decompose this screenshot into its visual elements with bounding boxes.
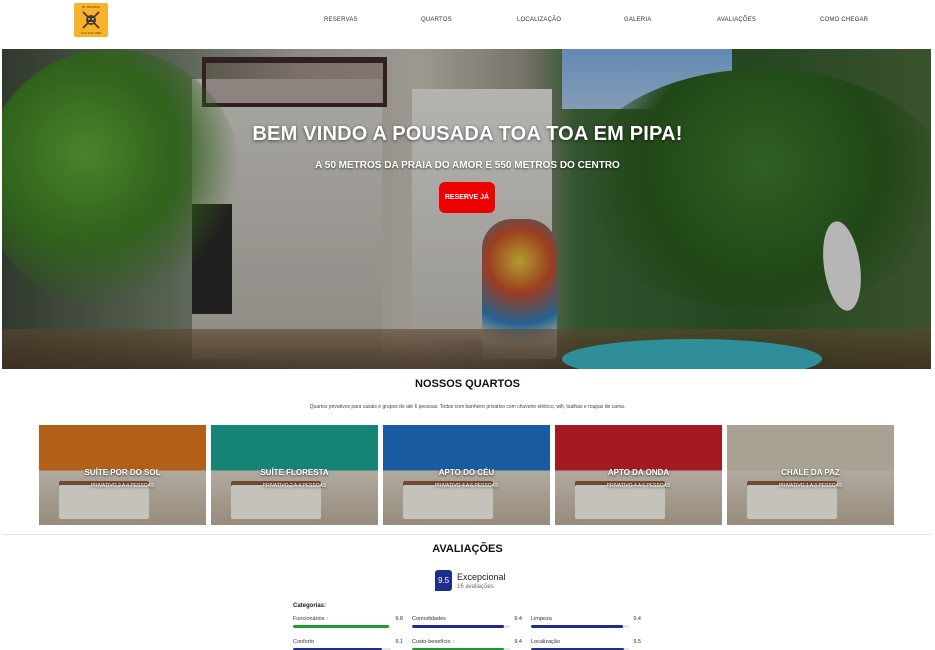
hero-subtitle: A 50 METROS DA PRAIA DO AMOR E 550 METRO… (315, 160, 620, 171)
category-name: Limpeza (531, 616, 552, 622)
category-score: 9.8 (395, 616, 403, 622)
category-score: 9.4 (514, 616, 522, 622)
category-name: Conforto (293, 639, 315, 645)
nav-reservas[interactable]: RESERVAS (324, 17, 358, 23)
category-score-bar (293, 625, 391, 628)
room-name: APTO DA ONDA (607, 468, 670, 477)
category-score: 9.1 (395, 639, 403, 645)
review-category: Limpeza 9.4 (531, 616, 641, 630)
nav-como-chegar[interactable]: COMO CHEGAR (820, 17, 868, 23)
section-divider (2, 534, 931, 535)
room-name: APTO DO CÉU (438, 468, 495, 477)
category-score: 9.4 (514, 639, 522, 645)
room-card[interactable]: APTO DA ONDA PRIVATIVO 4 A 6 PESSOAS (555, 425, 722, 525)
logo-bottom-text: TOA TOA PIPA (80, 31, 102, 35)
category-name: Custo-benefício ↑ (412, 639, 455, 645)
room-name: SUÍTE FLORESTA (260, 468, 329, 477)
category-score-bar (412, 625, 510, 628)
review-category: Custo-benefício ↑ 9.4 (412, 639, 522, 650)
up-arrow-icon: ↑ (326, 616, 329, 622)
category-score: 9.5 (633, 639, 641, 645)
room-capacity: PRIVATIVO 2 A 4 PESSOAS (262, 483, 327, 489)
reserve-button[interactable]: RESERVE JÁ (439, 182, 495, 213)
review-count: 16 avaliações (457, 584, 494, 590)
hero-title: BEM VINDO A POUSADA TOA TOA EM PIPA! (252, 123, 683, 145)
rooms-section-title: NOSSOS QUARTOS (415, 378, 520, 390)
category-score-bar (531, 625, 629, 628)
rooms-description: Quartos privativos para casais e grupos … (309, 404, 626, 410)
categories-title: Categorias: (293, 603, 327, 609)
review-category: Conforto 9.1 (293, 639, 403, 650)
category-score: 9.4 (633, 616, 641, 622)
room-capacity: PRIVATIVO 4 A 6 PESSOAS (434, 483, 499, 489)
room-name: CHALE DA PAZ (781, 468, 840, 477)
room-capacity: PRIVATIVO 4 A 6 PESSOAS (606, 483, 671, 489)
room-card[interactable]: SUÍTE POR DO SOL PRIVATIVO 2 A 4 PESSOAS (39, 425, 206, 525)
review-score-badge: 9.5 (435, 570, 452, 591)
review-category: Funcionários ↑ 9.8 (293, 616, 403, 630)
reviews-section-title: AVALIAÇÕES (432, 543, 503, 555)
main-nav: RESERVAS QUARTOS LOCALIZAÇÃO GALERIA AVA… (0, 17, 935, 27)
room-card[interactable]: CHALE DA PAZ PRIVATIVO 1 A 3 PESSOAS (727, 425, 894, 525)
up-arrow-icon: ↑ (452, 639, 455, 645)
room-card[interactable]: APTO DO CÉU PRIVATIVO 4 A 6 PESSOAS (383, 425, 550, 525)
nav-localizacao[interactable]: LOCALIZAÇÃO (517, 17, 561, 23)
room-name: SUÍTE POR DO SOL (84, 468, 161, 477)
nav-quartos[interactable]: QUARTOS (421, 17, 452, 23)
review-category: Comodidades 9.4 (412, 616, 522, 630)
nav-avaliacoes[interactable]: AVALIAÇÕES (717, 17, 756, 23)
logo-top-text: BY PROPRIO (81, 5, 101, 9)
room-card[interactable]: SUÍTE FLORESTA PRIVATIVO 2 A 4 PESSOAS (211, 425, 378, 525)
category-score-fill (293, 625, 390, 628)
nav-galeria[interactable]: GALERIA (624, 17, 651, 23)
category-name: Comodidades (412, 616, 446, 622)
room-capacity: PRIVATIVO 1 A 3 PESSOAS (778, 483, 843, 489)
review-category: Localização 9.5 (531, 639, 641, 650)
category-name: Funcionários ↑ (293, 616, 329, 622)
category-score-fill (412, 625, 505, 628)
category-score-fill (531, 625, 624, 628)
category-name: Localização (531, 639, 561, 645)
room-capacity: PRIVATIVO 2 A 4 PESSOAS (90, 483, 155, 489)
site-header: BY PROPRIO TOA TOA PIPA RESERVAS QUARTOS… (0, 0, 935, 48)
review-score-label: Excepcional (457, 572, 506, 582)
